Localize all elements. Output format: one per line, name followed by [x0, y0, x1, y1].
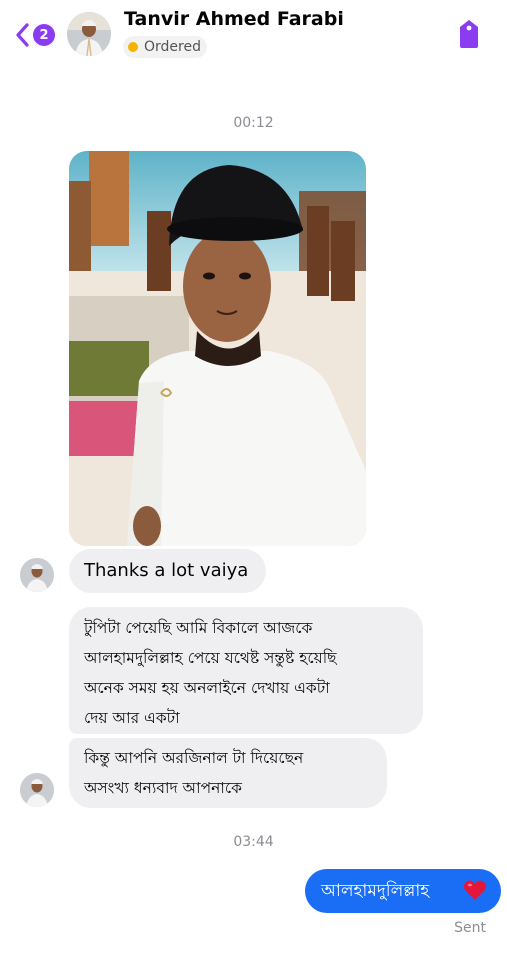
incoming-message[interactable]: টুপিটা পেয়েছি আমি বিকালে আজকে আলহামদুলি…: [69, 607, 423, 734]
heart-icon: [463, 880, 487, 900]
message-timestamp: 00:12: [233, 115, 274, 131]
back-button[interactable]: 2: [14, 20, 56, 50]
order-status-chip[interactable]: Ordered: [123, 36, 207, 58]
contact-name[interactable]: Tanvir Ahmed Farabi: [124, 8, 344, 30]
chevron-left-icon: [16, 23, 29, 47]
message-text: Thanks a lot vaiya: [84, 560, 249, 581]
incoming-message[interactable]: কিন্তু আপনি অরজিনাল টা দিয়েছেন অসংখ্য ধ…: [69, 738, 387, 808]
message-text: টুপিটা পেয়েছি আমি বিকালে আজকে আলহামদুলি…: [84, 619, 337, 727]
contact-avatar[interactable]: [67, 12, 111, 56]
sent-status: Sent: [454, 920, 486, 936]
incoming-message[interactable]: Thanks a lot vaiya: [69, 549, 266, 593]
message-text: কিন্তু আপনি অরজিনাল টা দিয়েছেন অসংখ্য ধ…: [84, 749, 304, 797]
photo-message[interactable]: [69, 151, 366, 546]
message-timestamp: 03:44: [233, 834, 274, 850]
selfie-image: [69, 151, 366, 546]
status-dot-icon: [128, 42, 138, 52]
person-silhouette-icon: [20, 773, 54, 807]
outgoing-message[interactable]: আলহামদুলিল্লাহ: [305, 869, 501, 913]
tag-icon[interactable]: [456, 18, 482, 50]
conversation-header: 2 Tanvir Ahmed Farabi Ordered: [0, 0, 507, 70]
person-silhouette-icon: [20, 558, 54, 592]
message-text: আলহামদুলিল্লাহ: [321, 881, 430, 901]
sender-avatar[interactable]: [20, 773, 54, 807]
order-status-label: Ordered: [144, 39, 201, 55]
sender-avatar[interactable]: [20, 558, 54, 592]
person-silhouette-icon: [67, 12, 111, 56]
unread-count-badge: 2: [33, 24, 55, 46]
